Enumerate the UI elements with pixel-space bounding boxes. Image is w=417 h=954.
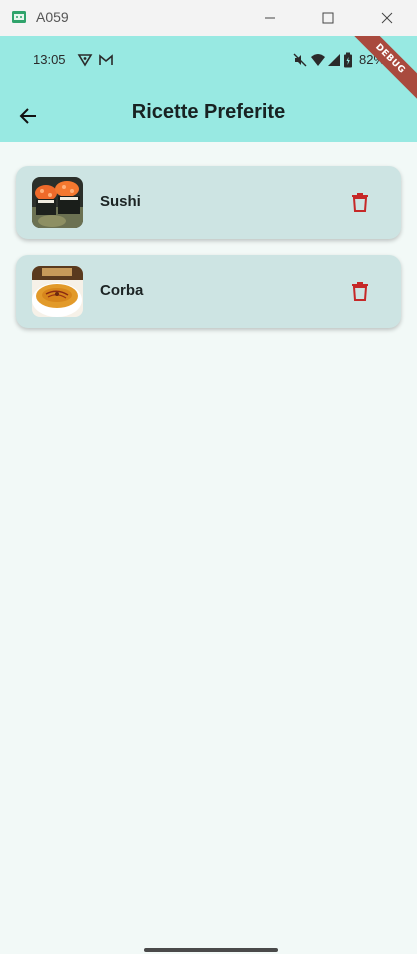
status-bar: 13:05 82% bbox=[0, 36, 417, 84]
signal-icon bbox=[328, 54, 340, 66]
window-title: A059 bbox=[36, 9, 69, 25]
delete-button[interactable] bbox=[344, 186, 376, 218]
home-indicator[interactable] bbox=[144, 948, 278, 952]
status-time: 13:05 bbox=[33, 52, 66, 67]
close-icon bbox=[381, 12, 393, 24]
vpn-icon bbox=[77, 54, 93, 67]
gmail-icon bbox=[99, 54, 113, 65]
recipe-name: Corba bbox=[100, 282, 144, 299]
maximize-icon bbox=[322, 12, 334, 24]
app-icon bbox=[12, 11, 26, 23]
mute-icon bbox=[293, 53, 307, 67]
delete-icon bbox=[352, 282, 368, 301]
list-item[interactable]: Corba bbox=[16, 255, 401, 328]
sushi-thumbnail bbox=[32, 177, 83, 228]
wifi-icon bbox=[311, 54, 325, 66]
corba-thumbnail bbox=[32, 266, 83, 317]
battery-icon bbox=[344, 52, 352, 68]
page-title: Ricette Preferite bbox=[131, 101, 286, 123]
minimize-button[interactable] bbox=[240, 0, 300, 36]
delete-icon bbox=[352, 193, 368, 212]
delete-button[interactable] bbox=[344, 275, 376, 307]
app-bar: 13:05 82% DEBUG Ricette Preferite bbox=[0, 36, 417, 142]
close-button[interactable] bbox=[357, 0, 417, 36]
app-screen: 13:05 82% DEBUG Ricette Preferite Sushi … bbox=[0, 36, 417, 954]
window-title-bar: A059 bbox=[0, 0, 417, 36]
favorites-list: Sushi Corba bbox=[16, 166, 401, 344]
list-item[interactable]: Sushi bbox=[16, 166, 401, 239]
recipe-name: Sushi bbox=[100, 193, 141, 210]
minimize-icon bbox=[265, 17, 275, 19]
maximize-button[interactable] bbox=[298, 0, 358, 36]
